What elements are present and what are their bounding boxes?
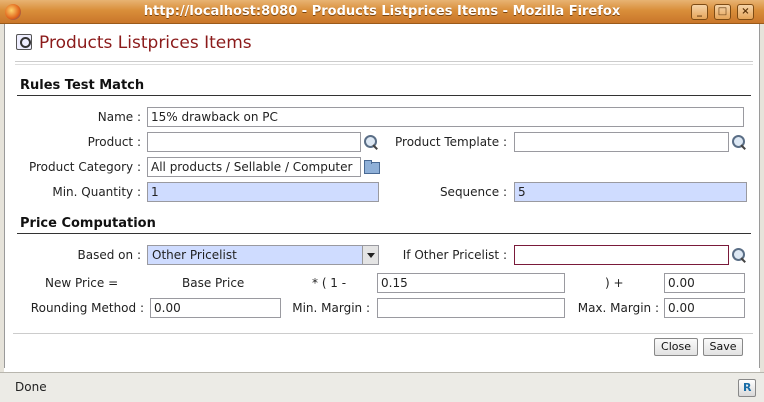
status-text: Done <box>15 380 47 394</box>
product-label: Product : <box>87 135 141 149</box>
based-on-label: Based on : <box>77 248 141 262</box>
based-on-select[interactable]: Other Pricelist <box>147 245 379 265</box>
section-price-computation: Price Computation <box>20 216 156 231</box>
close-window-button[interactable]: × <box>737 4 754 20</box>
new-price-label: New Price = <box>45 276 119 290</box>
form-content: Products Listprices Items Rules Test Mat… <box>4 24 760 368</box>
product-template-field[interactable] <box>514 132 729 152</box>
product-template-label: Product Template : <box>395 135 507 149</box>
page-title: Products Listprices Items <box>17 33 252 53</box>
status-bar: Done <box>0 372 764 402</box>
page-title-text: Products Listprices Items <box>39 33 252 53</box>
sequence-label: Sequence : <box>439 185 507 199</box>
min-quantity-label: Min. Quantity : <box>52 185 141 199</box>
save-button[interactable]: Save <box>703 338 743 356</box>
sequence-field[interactable]: 5 <box>514 182 747 202</box>
product-category-field[interactable]: All products / Sellable / Computer <box>147 157 361 177</box>
rounding-method-label: Rounding Method : <box>30 301 144 315</box>
window-title: http://localhost:8080 - Products Listpri… <box>143 4 621 19</box>
min-quantity-field[interactable]: 1 <box>147 182 379 202</box>
maximize-button[interactable]: □ <box>714 4 731 20</box>
other-pricelist-field[interactable] <box>514 245 729 265</box>
section-rules-test-match: Rules Test Match <box>20 78 145 93</box>
product-category-label: Product Category : <box>28 160 141 174</box>
if-other-pricelist-label: If Other Pricelist : <box>402 248 507 262</box>
name-field[interactable]: 15% drawback on PC <box>147 107 744 127</box>
window-titlebar: http://localhost:8080 - Products Listpri… <box>0 0 764 24</box>
right-window-edge <box>760 24 764 372</box>
discount-field[interactable]: 0.15 <box>377 273 565 293</box>
max-margin-label: Max. Margin : <box>577 301 659 315</box>
product-template-search-icon[interactable] <box>731 134 747 150</box>
min-margin-label: Min. Margin : <box>292 301 370 315</box>
addon-status-icon[interactable] <box>738 379 756 397</box>
multiplier-text: * ( 1 - <box>312 276 347 290</box>
header-divider-2 <box>15 64 753 65</box>
button-bar-divider <box>13 333 753 334</box>
base-price-text: Base Price <box>182 276 245 290</box>
folder-icon[interactable] <box>363 159 380 174</box>
section-divider-rules <box>17 95 751 96</box>
plus-text: ) + <box>605 276 624 290</box>
other-pricelist-search-icon[interactable] <box>731 247 747 263</box>
minimize-button[interactable]: _ <box>691 4 708 20</box>
section-divider-price <box>17 233 751 234</box>
product-field[interactable] <box>147 132 361 152</box>
min-margin-field[interactable] <box>377 298 565 318</box>
name-label: Name : <box>97 110 141 124</box>
rounding-method-field[interactable]: 0.00 <box>150 298 281 318</box>
header-divider <box>15 61 753 62</box>
based-on-value: Other Pricelist <box>152 248 237 262</box>
close-button[interactable]: Close <box>654 338 698 356</box>
max-margin-field[interactable]: 0.00 <box>664 298 745 318</box>
surcharge-field[interactable]: 0.00 <box>664 273 745 293</box>
